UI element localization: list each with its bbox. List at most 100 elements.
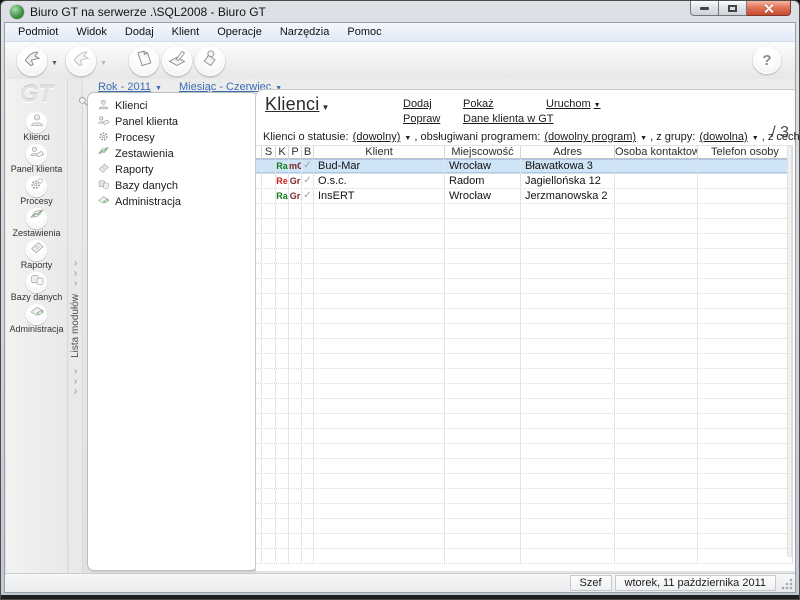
summaries-icon <box>97 146 110 162</box>
filter-bar: Klienci o statusie: (dowolny) , obsługiw… <box>263 131 800 143</box>
filter-group-link[interactable]: (dowolna) <box>699 131 747 143</box>
sidebar-item-zestawienia[interactable]: Zestawienia <box>6 208 67 239</box>
chevron-down-icon[interactable] <box>749 131 759 143</box>
menu-pomoc[interactable]: Pomoc <box>338 24 390 40</box>
tree-item-raporty[interactable]: Raporty <box>88 162 257 178</box>
col-osoba[interactable]: Osoba kontaktowa <box>615 146 698 158</box>
vertical-scrollbar[interactable] <box>787 146 792 557</box>
menu-operacje[interactable]: Operacje <box>208 24 271 40</box>
chevron-right-icon <box>74 385 77 395</box>
chevron-down-icon[interactable] <box>401 131 411 143</box>
sidebar-item-label: Klienci <box>6 133 67 142</box>
tree-item-label: Procesy <box>115 132 155 144</box>
maximize-button[interactable] <box>719 1 747 16</box>
close-button[interactable] <box>747 1 791 16</box>
col-p[interactable]: P <box>289 146 302 158</box>
popraw-link[interactable]: Popraw <box>403 113 440 125</box>
col-telefon[interactable]: Telefon osoby <box>698 146 793 158</box>
tree-item-bazy-danych[interactable]: Bazy danych <box>88 178 257 194</box>
menu-narzedzia[interactable]: Narzędzia <box>271 24 339 40</box>
tree-item-label: Klienci <box>115 100 147 112</box>
cell-k: Ra <box>276 159 289 173</box>
sidebar-item-raporty[interactable]: Raporty <box>6 240 67 271</box>
table-row[interactable]: Ra Gr ✓ InsERT Wrocław Jerzmanowska 2 <box>256 189 793 204</box>
tree-item-procesy[interactable]: Procesy <box>88 130 257 146</box>
document-icon <box>134 48 154 73</box>
databases-icon <box>97 178 110 194</box>
table-row[interactable]: Re Gr ✓ O.s.c. Radom Jagiellońska 12 <box>256 174 793 189</box>
cell-p: mG <box>289 159 302 173</box>
pokaz-link[interactable]: Pokaż <box>463 98 553 110</box>
toolbar-select-button[interactable] <box>17 46 47 76</box>
col-klient[interactable]: Klient <box>314 146 445 158</box>
col-adres[interactable]: Adres <box>521 146 615 158</box>
cell-b-check: ✓ <box>302 174 314 188</box>
table-empty-row <box>256 459 793 474</box>
toolbar-document-button[interactable] <box>129 46 159 76</box>
toolbar-stamp-button[interactable] <box>195 46 225 76</box>
table-header: S K P B Klient Miejscowość Adres Osoba k… <box>256 145 793 159</box>
dane-klienta-link[interactable]: Dane klienta w GT <box>463 113 553 125</box>
minimize-button[interactable] <box>690 1 719 16</box>
sidebar-item-klienci[interactable]: Klienci <box>6 112 67 143</box>
cell-b-check: ✓ <box>302 189 314 203</box>
table-row[interactable]: Ra mG ✓ Bud-Mar Wrocław Bławatkowa 3 <box>256 159 793 174</box>
dodaj-link[interactable]: Dodaj <box>403 98 440 110</box>
toolbar <box>5 42 795 79</box>
summaries-icon <box>29 208 45 229</box>
menu-dodaj[interactable]: Dodaj <box>116 24 163 40</box>
col-miejscowosc[interactable]: Miejscowość <box>445 146 521 158</box>
administration-icon <box>29 304 45 325</box>
help-button[interactable] <box>753 46 781 74</box>
action-links-primary: Dodaj Popraw <box>403 98 440 128</box>
databases-icon <box>29 272 45 293</box>
cursor-arrow-disabled-icon <box>71 48 91 73</box>
menu-widok[interactable]: Widok <box>67 24 116 40</box>
cell-klient: O.s.c. <box>314 174 445 188</box>
filter-group-label: , z grupy: <box>650 131 695 143</box>
menu-klient[interactable]: Klient <box>163 24 209 40</box>
toolbar-edit-button[interactable] <box>162 46 192 76</box>
filter-status-link[interactable]: (dowolny) <box>353 131 401 143</box>
chevron-down-icon[interactable] <box>637 131 647 143</box>
col-b[interactable]: B <box>302 146 314 158</box>
reports-icon <box>97 162 110 178</box>
col-s[interactable]: S <box>262 146 276 158</box>
tree-item-administracja[interactable]: Administracja <box>88 194 257 210</box>
sidebar-item-procesy[interactable]: Procesy <box>6 176 67 207</box>
page-title[interactable]: Klienci <box>265 94 330 115</box>
filter-program-link[interactable]: (dowolny program) <box>544 131 636 143</box>
chevron-down-icon[interactable] <box>100 52 107 70</box>
titlebar[interactable]: Biuro GT na serwerze .\SQL2008 - Biuro G… <box>1 1 799 22</box>
table-empty-row <box>256 474 793 489</box>
col-k[interactable]: K <box>276 146 289 158</box>
table-empty-row <box>256 249 793 264</box>
sidebar-item-label: Panel klienta <box>6 165 67 174</box>
sidebar-item-bazy-danych[interactable]: Bazy danych <box>6 272 67 303</box>
sidebar-item-label: Procesy <box>6 197 67 206</box>
module-list-splitter[interactable]: Lista modułów <box>69 79 83 573</box>
page-title-text: Klienci <box>265 94 319 114</box>
chevron-down-icon[interactable] <box>51 52 58 70</box>
cell-miejscowosc: Wrocław <box>445 159 521 173</box>
tree-item-zestawienia[interactable]: Zestawienia <box>88 146 257 162</box>
resize-grip-icon[interactable] <box>780 577 793 590</box>
table-empty-row <box>256 219 793 234</box>
uruchom-link[interactable]: Uruchom <box>546 98 601 110</box>
main-panel: Klienci Dodaj Popraw Pokaż Dane klienta … <box>255 89 795 571</box>
cell-p: Gr <box>289 174 302 188</box>
table-empty-row <box>256 204 793 219</box>
tree-item-klienci[interactable]: Klienci <box>88 98 257 114</box>
table-empty-row <box>256 234 793 249</box>
sidebar-item-administracja[interactable]: Administracja <box>6 304 67 335</box>
table-empty-row <box>256 264 793 279</box>
cell-telefon <box>698 189 793 203</box>
table-empty-row <box>256 519 793 534</box>
status-date: wtorek, 11 października 2011 <box>615 575 776 591</box>
administration-icon <box>97 194 110 210</box>
menu-podmiot[interactable]: Podmiot <box>9 24 67 40</box>
cell-adres: Bławatkowa 3 <box>521 159 615 173</box>
toolbar-select-secondary-button[interactable] <box>66 46 96 76</box>
tree-item-panel-klienta[interactable]: Panel klienta <box>88 114 257 130</box>
sidebar-item-panel-klienta[interactable]: Panel klienta <box>6 144 67 175</box>
